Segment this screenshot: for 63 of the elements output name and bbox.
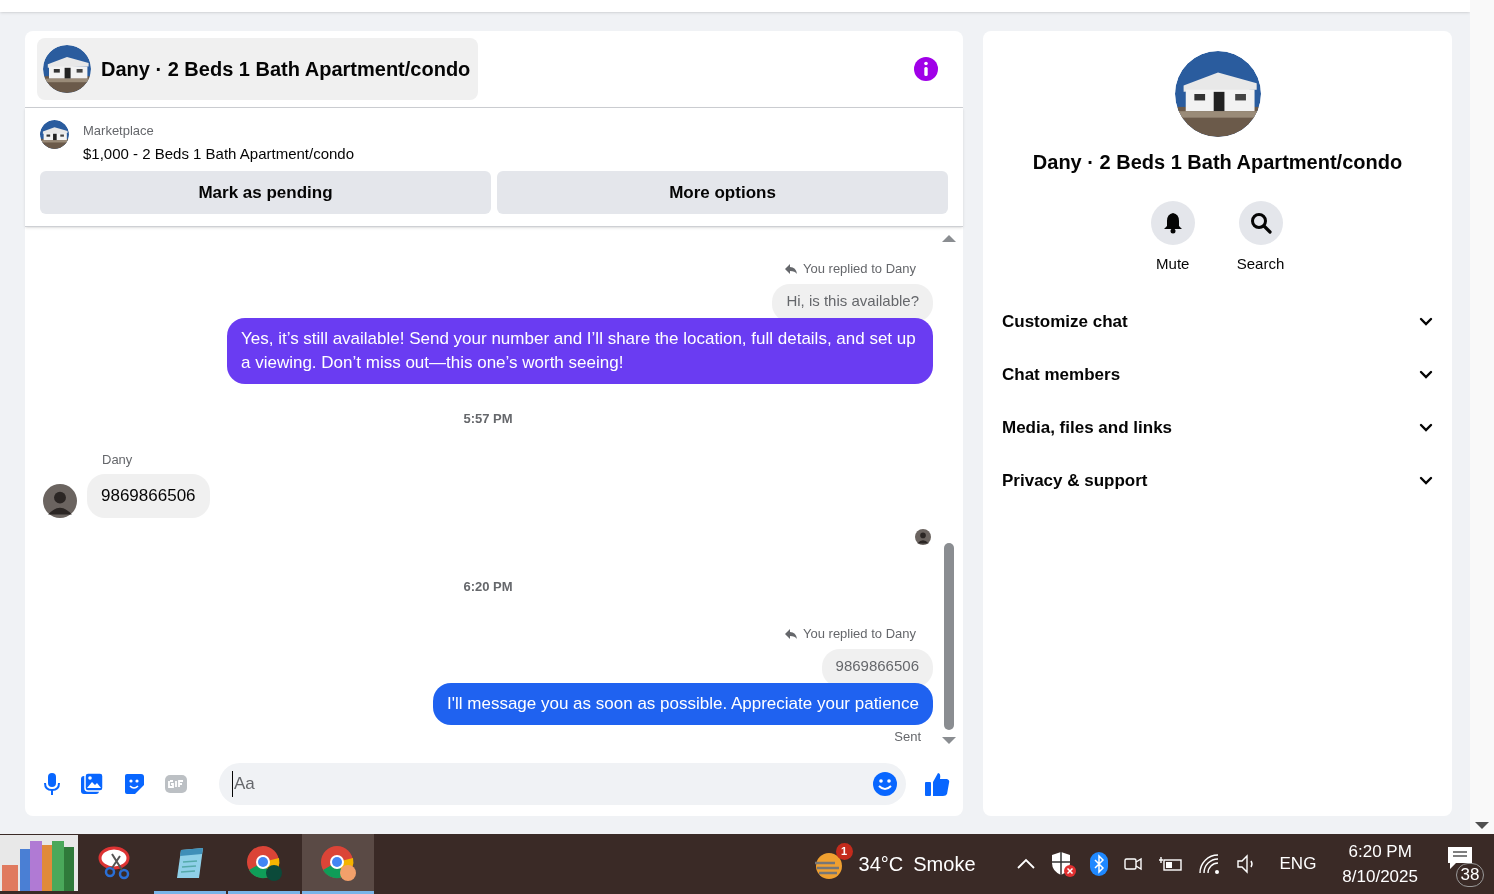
thumbs-up-icon[interactable] [924,771,950,797]
emoji-icon[interactable] [872,771,898,797]
action-label: Mute [1156,254,1190,274]
chevron-up-icon[interactable] [1015,858,1036,870]
sender-name: Dany [102,450,134,469]
clock[interactable]: 6:20 PM 8/10/2025 [1342,838,1418,890]
chevron-down-icon [1419,317,1433,327]
books-icon [0,834,78,891]
chevron-down-icon [1419,476,1433,486]
quoted-message[interactable]: 9869866506 [821,648,933,687]
wifi-icon[interactable] [1197,853,1222,875]
details-title: Dany · 2 Beds 1 Bath Apartment/condo [1032,150,1403,175]
scroll-up-icon[interactable] [942,233,956,243]
bell-icon [1162,212,1183,234]
info-icon[interactable] [913,56,939,82]
browser-icon [245,843,283,882]
chevron-down-icon [1419,370,1433,380]
reply-label: You replied to Dany [803,260,916,278]
timestamp: 6:20 PM [463,577,513,596]
message-input[interactable]: Aa [232,771,872,797]
listing-action-button[interactable]: More options [497,171,948,214]
quoted-message[interactable]: Hi, is this available? [772,283,933,322]
listing-action-button[interactable]: Mark as pending [40,171,491,214]
conversation-title: Dany · 2 Beds 1 Bath Apartment/condo [101,57,471,82]
listing-source: Marketplace [83,122,155,140]
language-indicator[interactable]: ENG [1279,851,1317,877]
mute-button[interactable] [1150,201,1195,245]
details-section[interactable]: Privacy & support [991,454,1444,508]
reply-arrow-icon [784,262,798,275]
details-section[interactable]: Customize chat [991,295,1444,349]
search-button[interactable] [1238,201,1283,245]
notification-count: 38 [1456,863,1484,887]
timestamp: 5:57 PM [463,410,513,428]
action-label: Search [1236,254,1285,274]
sticker-icon[interactable] [122,772,146,796]
battery-icon[interactable] [1157,855,1184,873]
message-bubble[interactable]: 9869866506 [87,474,210,518]
avatar-icon [915,528,931,545]
taskbar-app[interactable] [0,834,78,894]
microphone-icon[interactable] [42,772,62,796]
shield-icon[interactable] [1049,850,1076,878]
message-field[interactable]: Aa [219,763,906,805]
listing-title[interactable]: $1,000 - 2 Beds 1 Bath Apartment/condo [83,142,355,165]
browser-icon [319,843,357,882]
scroll-down-icon[interactable] [1475,822,1489,830]
message-bubble[interactable]: Yes, it’s still available! Send your number and I’ll share the location, full details, and set up a viewing. Don’t miss out—this one’s worth seeing! [227,318,933,384]
details-section[interactable]: Chat members [991,348,1444,402]
chevron-down-icon [1419,423,1433,433]
image-icon[interactable] [80,772,104,796]
reply-arrow-icon [784,627,798,640]
avatar-icon [43,483,77,518]
conversation-header[interactable]: Dany · 2 Beds 1 Bath Apartment/condo [37,38,479,100]
message-status: Sent [894,728,921,746]
scroll-down-icon[interactable] [942,736,956,746]
details-section[interactable]: Media, files and links [991,401,1444,455]
weather-badge: 1 [835,843,853,860]
scrollbar-thumb[interactable] [944,543,954,730]
weather-condition: Smoke [913,852,976,877]
search-icon [1249,212,1272,234]
reply-label: You replied to Dany [803,625,916,643]
temperature: 34°C [858,852,904,877]
message-bubble[interactable]: I'll message you as soon as possible. Appreciate your patience [433,683,933,725]
bluetooth-icon[interactable] [1089,852,1108,876]
